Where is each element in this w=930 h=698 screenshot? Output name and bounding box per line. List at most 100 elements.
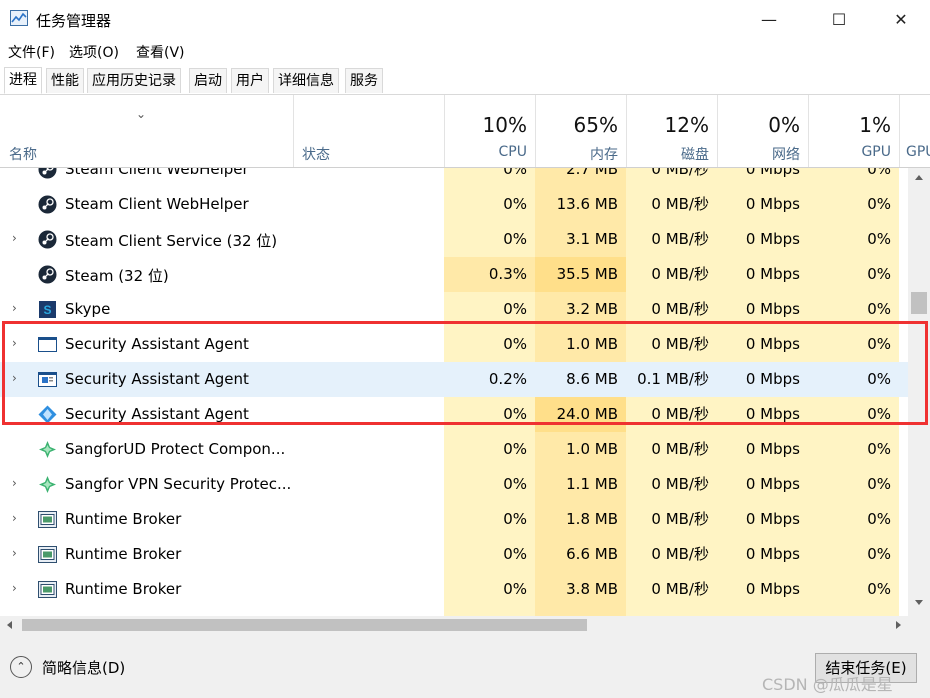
expand-chevron-icon[interactable]: › [12,511,17,525]
tab-app-history[interactable]: 应用历史记录 [87,68,181,93]
cell-cpu: 0% [444,187,535,222]
runtime-broker-icon [38,545,57,564]
cell-disk: 0 MB/秒 [626,168,717,187]
column-disk[interactable]: 12% 磁盘 [626,95,717,167]
cell-disk: 0 MB/秒 [626,537,717,572]
expand-chevron-icon[interactable]: › [12,301,17,315]
process-row[interactable]: › Sangfor VPN Security Protec... 0% 1.1 MB 0… [0,467,908,502]
column-gpu[interactable]: 1% GPU [808,95,899,167]
cell-mem: 3.8 MB [535,572,626,607]
cell-mem: 35.5 MB [535,257,626,292]
expand-chevron-icon[interactable]: › [12,581,17,595]
process-row[interactable]: › Runtime Broker 0% 3.8 MB 0 MB/秒 0 Mbps 0% [0,572,908,607]
process-row[interactable]: › Steam Client Service (32 位) 0% 3.1 MB 0 MB… [0,222,908,257]
process-row[interactable]: Steam Client WebHelper 0% 13.6 MB 0 MB/秒 0 M… [0,187,908,222]
expand-chevron-icon[interactable]: › [12,476,17,490]
expand-chevron-icon[interactable]: › [12,231,17,245]
cell-cpu: 0% [444,607,535,616]
column-network[interactable]: 0% 网络 [717,95,808,167]
cell-mem: 2.2 MB [535,607,626,616]
cell-disk: 0 MB/秒 [626,327,717,362]
cell-disk: 0 MB/秒 [626,292,717,327]
process-row[interactable]: › Security Assistant Agent 0% 1.0 MB 0 MB/秒 0… [0,327,908,362]
fewer-details-link[interactable]: 简略信息(D) [42,657,125,678]
vertical-scroll-thumb[interactable] [911,292,927,314]
process-row[interactable]: › Security Assistant Agent 0.2% 8.6 MB 0.1 M… [0,362,908,397]
vertical-scrollbar[interactable] [908,168,930,616]
process-name: Security Assistant Agent [65,405,249,423]
process-row[interactable]: Security Assistant Agent 0% 24.0 MB 0 MB/秒 0… [0,397,908,432]
memory-label: 内存 [590,147,618,163]
gpu-total: 1% [859,113,891,137]
maximize-button[interactable]: ☐ [816,0,862,38]
tab-startup[interactable]: 启动 [189,68,227,93]
cell-cpu: 0.3% [444,257,535,292]
horizontal-scrollbar[interactable] [0,616,908,634]
menu-options[interactable]: 选项(O) [69,42,119,62]
steam-icon [38,168,57,179]
cell-net: 0 Mbps [717,572,808,607]
chevron-up-circle-icon[interactable]: ⌃ [10,656,32,678]
expand-chevron-icon[interactable]: › [12,546,17,560]
menu-file[interactable]: 文件(F) [8,42,55,62]
window-title: 任务管理器 [36,12,112,30]
tab-bar: 进程 性能 应用历史记录 启动 用户 详细信息 服务 [0,64,930,95]
cell-net: 0 Mbps [717,222,808,257]
steam-icon [38,265,57,284]
cell-mem: 1.1 MB [535,467,626,502]
tab-details[interactable]: 详细信息 [273,68,339,93]
cell-disk: 0 MB/秒 [626,397,717,432]
minimize-button[interactable]: — [746,0,792,38]
cell-cpu: 0% [444,537,535,572]
cell-disk: 0 MB/秒 [626,187,717,222]
cell-gpu: 0% [808,607,899,616]
process-row[interactable]: › Runtime Broker 0% 6.6 MB 0 MB/秒 0 Mbps 0% [0,537,908,572]
tab-services[interactable]: 服务 [345,68,383,93]
process-name: Steam (32 位) [65,267,169,285]
cell-mem: 6.6 MB [535,537,626,572]
footer: ⌃ 简略信息(D) 结束任务(E) CSDN @瓜瓜是星 [0,634,930,698]
column-name[interactable]: 名称 [9,144,37,164]
expand-chevron-icon[interactable]: › [12,371,17,385]
process-row[interactable]: › S Skype 0% 3.2 MB 0 MB/秒 0 Mbps 0% [0,292,908,327]
tab-users[interactable]: 用户 [231,68,269,93]
cell-gpu: 0% [808,537,899,572]
process-row[interactable]: SangforUD Protect Compon... 0% 1.0 MB 0 MB/… [0,432,908,467]
cell-disk: 0 MB/秒 [626,222,717,257]
tab-processes[interactable]: 进程 [4,67,42,94]
menu-bar: 文件(F) 选项(O) 查看(V) [0,38,930,64]
horizontal-scroll-thumb[interactable] [22,619,587,631]
process-name: Steam Client WebHelper [65,168,249,178]
cell-mem: 1.8 MB [535,502,626,537]
expand-chevron-icon[interactable]: › [12,336,17,350]
cell-disk: 0 MB/秒 [626,572,717,607]
process-row[interactable]: Steam (32 位) 0.3% 35.5 MB 0 MB/秒 0 Mbps 0% [0,257,908,292]
cell-cpu: 0% [444,572,535,607]
column-cpu[interactable]: 10% CPU [444,95,535,167]
process-list: Steam Client WebHelper 0% 2.7 MB 0 MB/秒 0 Mb… [0,168,908,616]
disk-label: 磁盘 [681,147,709,163]
cell-gpu: 0% [808,168,899,187]
app-window-icon [38,370,57,389]
cell-cpu: 0% [444,327,535,362]
cell-net: 0 Mbps [717,327,808,362]
close-button[interactable]: ✕ [878,0,924,38]
cell-gpu: 0% [808,362,899,397]
process-row[interactable]: ›Runtime Broker0%2.2 MB0 MB/秒0 Mbps0% [0,607,908,616]
skype-icon: S [38,300,57,319]
menu-view[interactable]: 查看(V) [136,42,185,62]
svg-text:S: S [43,303,51,317]
process-row[interactable]: Steam Client WebHelper 0% 2.7 MB 0 MB/秒 0 Mb… [0,168,908,187]
cell-cpu: 0% [444,397,535,432]
cell-cpu: 0% [444,467,535,502]
cell-disk: 0 MB/秒 [626,257,717,292]
cpu-label: CPU [498,144,527,160]
column-gpu-engine[interactable]: GPU [899,95,930,167]
cell-gpu: 0% [808,257,899,292]
cell-cpu: 0% [444,502,535,537]
process-row[interactable]: › Runtime Broker 0% 1.8 MB 0 MB/秒 0 Mbps 0% [0,502,908,537]
cell-gpu: 0% [808,467,899,502]
column-memory[interactable]: 65% 内存 [535,95,626,167]
tab-performance[interactable]: 性能 [46,68,84,93]
cell-net: 0 Mbps [717,467,808,502]
